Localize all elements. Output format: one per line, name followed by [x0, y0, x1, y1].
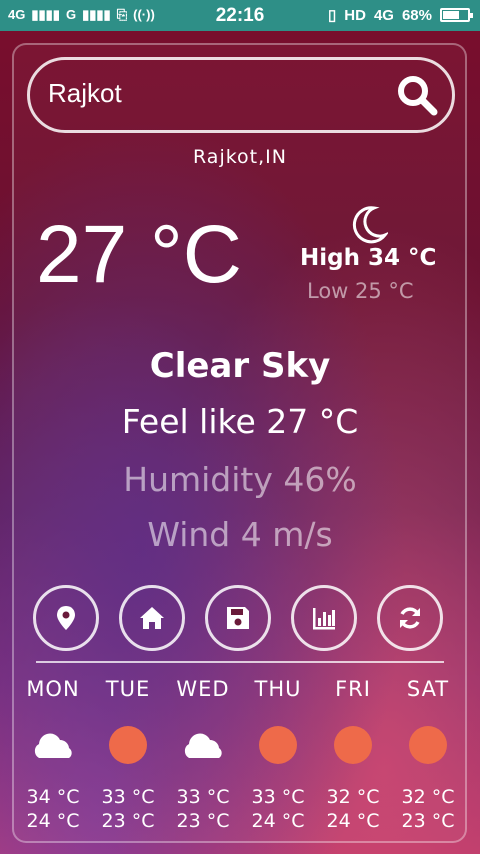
save-button[interactable]	[205, 585, 271, 651]
home-button[interactable]	[119, 585, 185, 651]
floppy-disk-icon	[227, 607, 249, 629]
search-input[interactable]: Rajkot	[48, 78, 122, 109]
forecast-day: SAT 32 °C 23 °C	[390, 677, 466, 833]
day-high: 33 °C	[101, 786, 155, 808]
sun-icon	[90, 717, 166, 773]
forecast-day: TUE 33 °C 23 °C	[90, 677, 166, 833]
location-button[interactable]	[33, 585, 99, 651]
chart-button[interactable]	[291, 585, 357, 651]
day-name: TUE	[105, 677, 151, 701]
sun-icon	[390, 717, 466, 773]
moon-icon	[352, 206, 388, 244]
network-label: 4G	[373, 6, 394, 24]
refresh-button[interactable]	[377, 585, 443, 651]
sun-icon	[240, 717, 316, 773]
weather-description: Clear Sky	[149, 346, 331, 386]
current-temperature: 27 °C	[36, 209, 243, 300]
day-name: THU	[254, 677, 302, 701]
day-low: 23 °C	[401, 810, 455, 832]
forecast-row: MON 34 °C 24 °C TUE 33 °C 23 °C WED 33 °…	[15, 677, 465, 837]
location-label: Rajkot,IN	[193, 146, 287, 168]
forecast-day: WED 33 °C 23 °C	[165, 677, 241, 833]
day-name: SAT	[406, 677, 450, 701]
day-name: FRI	[335, 677, 371, 701]
day-high: 32 °C	[401, 786, 455, 808]
divider	[36, 661, 444, 663]
map-pin-icon	[57, 606, 75, 630]
day-name: WED	[176, 677, 230, 701]
day-name: MON	[26, 677, 80, 701]
day-low: 24 °C	[251, 810, 305, 832]
refresh-icon	[400, 607, 420, 629]
feels-like: Feel like 27 °C	[121, 402, 359, 441]
battery-icon	[440, 8, 473, 22]
day-high: 33 °C	[251, 786, 305, 808]
cloud-icon	[165, 717, 241, 773]
cloud-icon	[15, 717, 91, 773]
forecast-day: MON 34 °C 24 °C	[15, 677, 91, 833]
vibrate-icon: ▯	[328, 7, 337, 24]
forecast-day: THU 33 °C 24 °C	[240, 677, 316, 833]
action-bar	[33, 585, 447, 655]
low-temperature: Low 25 °C	[307, 279, 414, 303]
day-low: 23 °C	[101, 810, 155, 832]
day-high: 34 °C	[26, 786, 80, 808]
home-icon	[140, 607, 164, 629]
bar-chart-icon	[313, 608, 335, 630]
day-high: 32 °C	[326, 786, 380, 808]
day-low: 23 °C	[176, 810, 230, 832]
day-low: 24 °C	[26, 810, 80, 832]
forecast-day: FRI 32 °C 24 °C	[315, 677, 391, 833]
search-box[interactable]: Rajkot	[27, 57, 455, 133]
search-icon[interactable]	[396, 74, 438, 116]
day-low: 24 °C	[326, 810, 380, 832]
day-high: 33 °C	[176, 786, 230, 808]
high-temperature: High 34 °C	[300, 245, 437, 271]
hd-label: HD	[344, 6, 366, 24]
battery-fill	[443, 11, 460, 19]
wind: Wind 4 m/s	[147, 515, 333, 554]
status-bar: 4G ▮▮▮▮ G ▮▮▮▮ ⎘ ((·)) 22:16 ▯ HD 4G 68%	[0, 0, 480, 31]
humidity: Humidity 46%	[123, 460, 357, 499]
status-right: ▯ HD 4G 68%	[328, 6, 473, 24]
sun-icon	[315, 717, 391, 773]
battery-percent: 68%	[401, 6, 432, 24]
